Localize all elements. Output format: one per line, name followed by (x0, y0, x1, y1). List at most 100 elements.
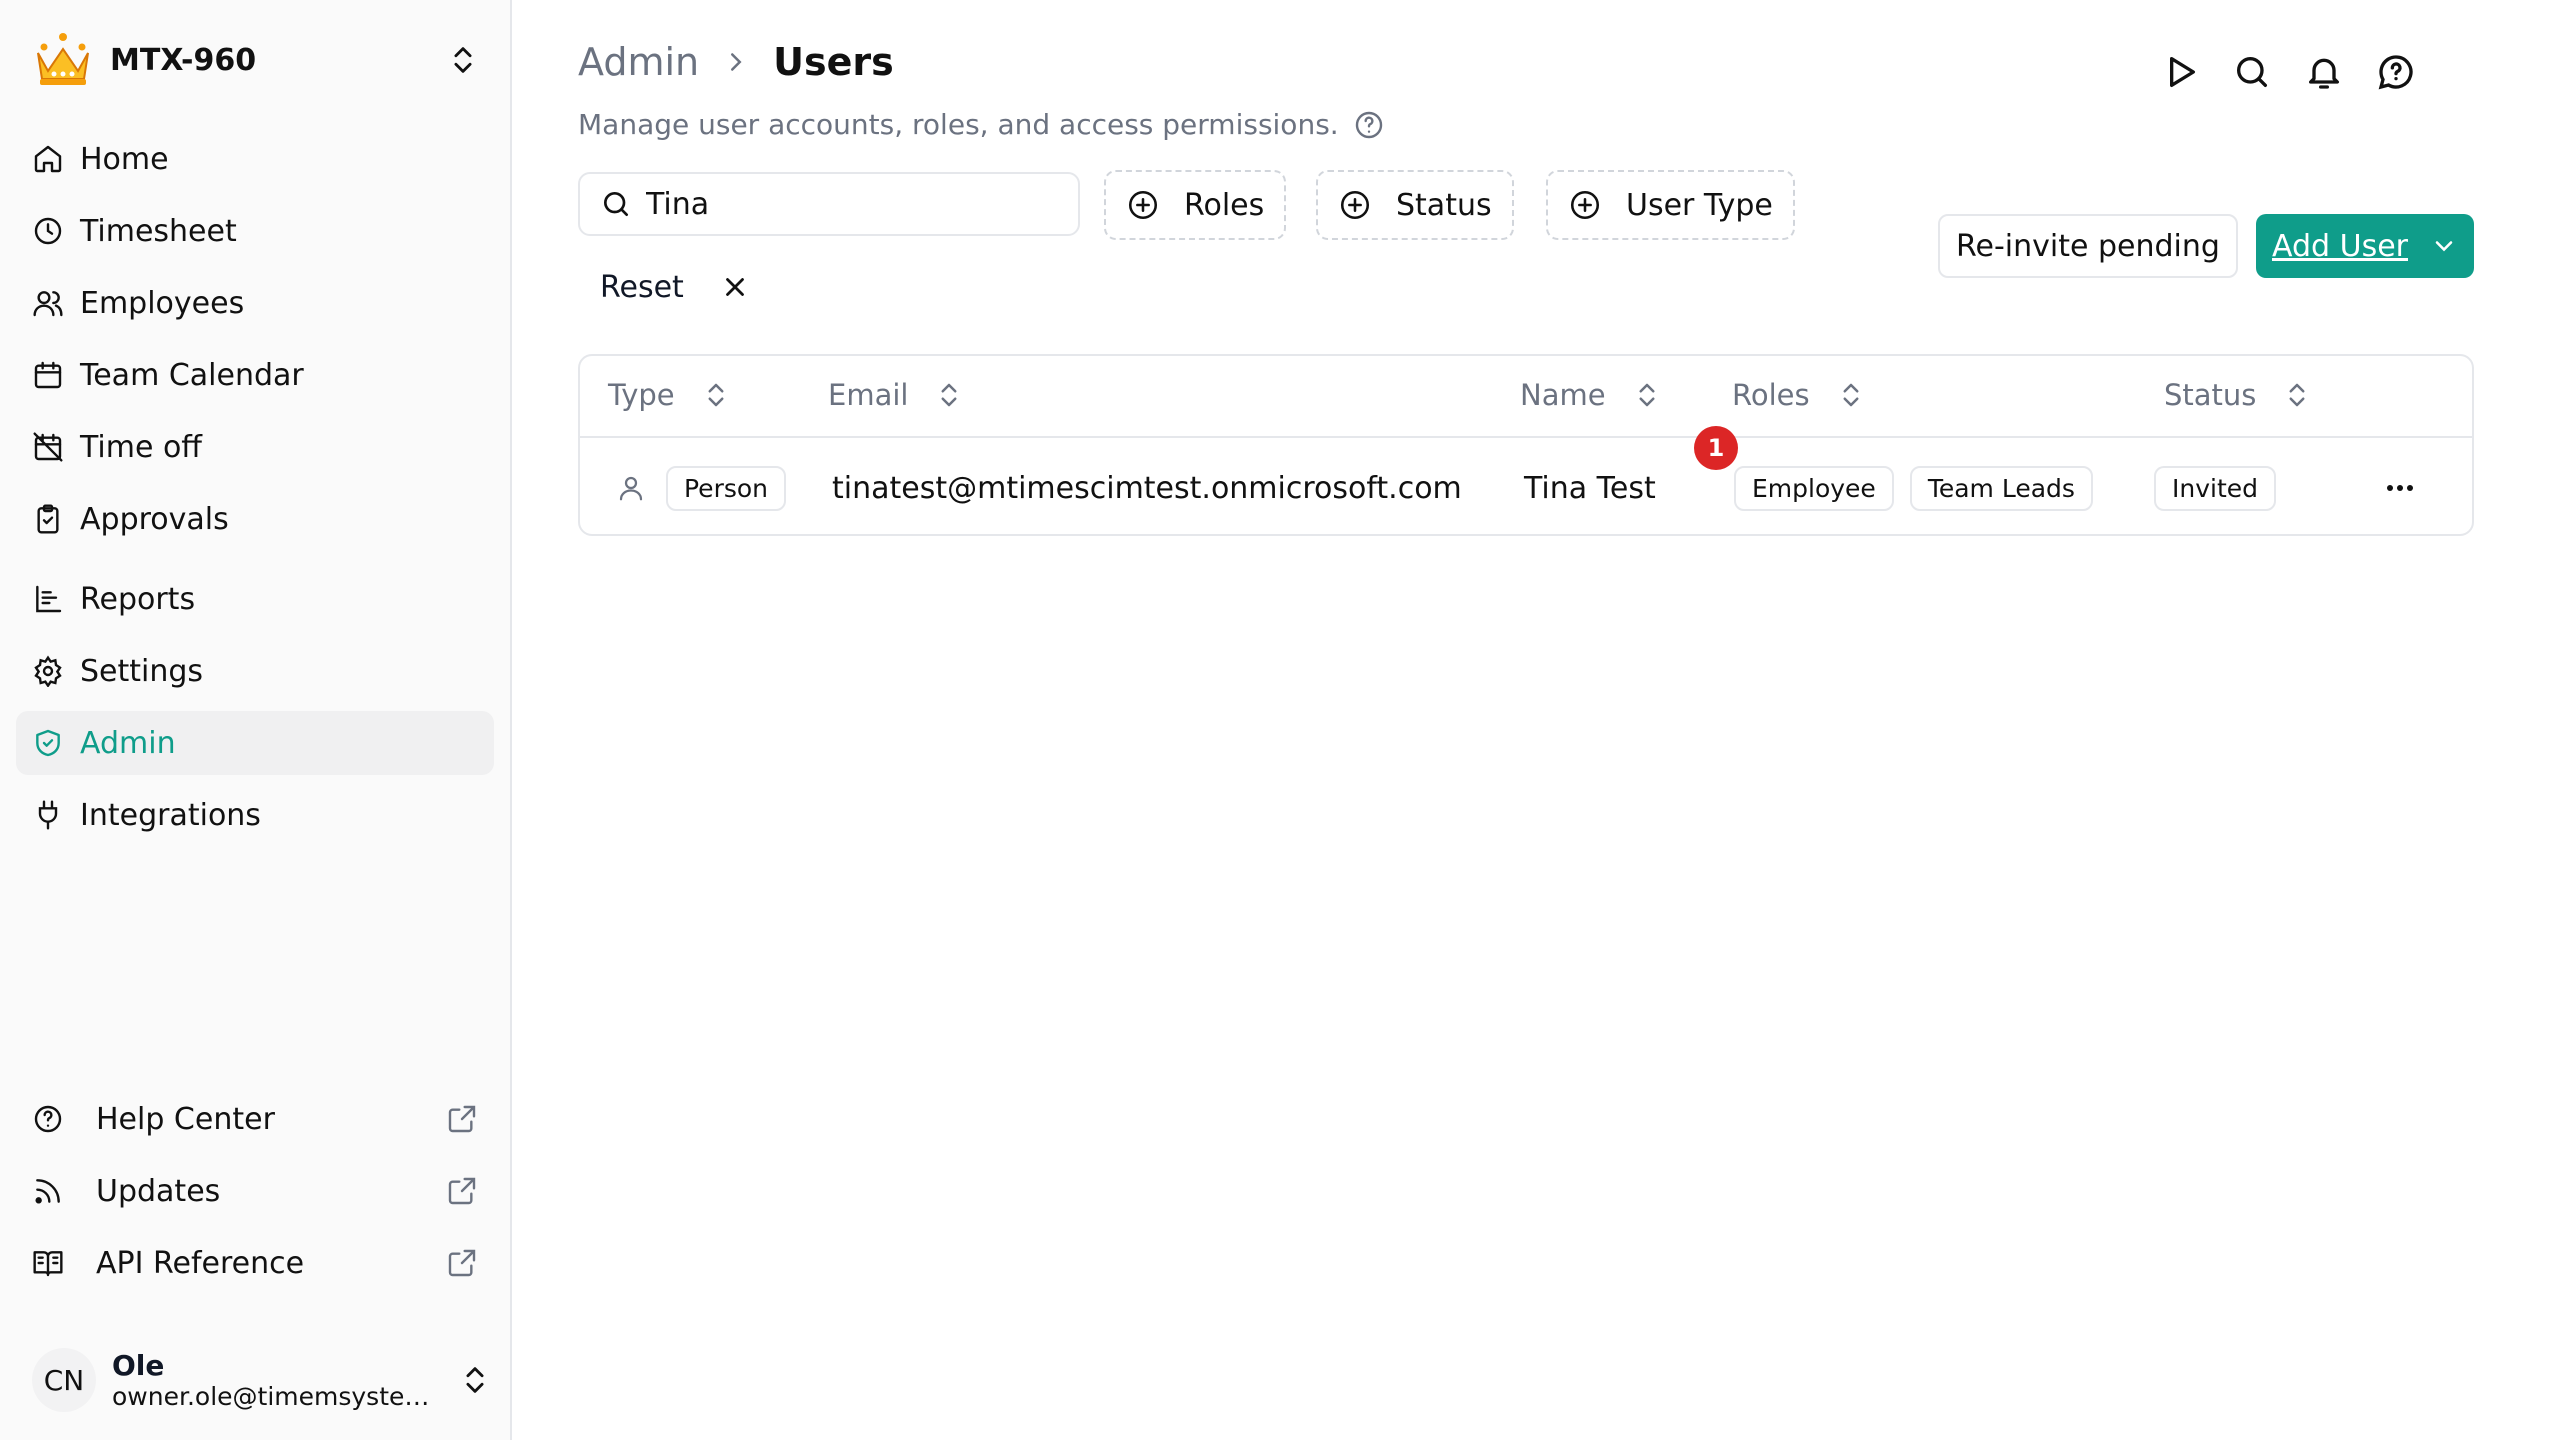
add-user-button[interactable]: Add User (2256, 214, 2474, 278)
sidebar-item-home[interactable]: Home (16, 127, 494, 191)
home-icon (34, 145, 62, 173)
column-header-type[interactable]: Type (608, 378, 731, 412)
sidebar-item-label: Integrations (80, 797, 261, 833)
cell-email: tinatest@mtimescimtest.onmicrosoft.com (832, 470, 1462, 506)
filter-label: User Type (1626, 187, 1773, 223)
breadcrumb-parent[interactable]: Admin (578, 40, 699, 84)
user-menu[interactable]: CN Ole owner.ole@timemsystem.com (32, 1340, 492, 1420)
cell-actions (2380, 440, 2420, 536)
column-header-email[interactable]: Email (828, 378, 964, 412)
notification-count-badge: 1 (1694, 426, 1738, 470)
shield-icon (36, 729, 60, 757)
sidebar-item-label: Team Calendar (80, 357, 304, 393)
external-link-icon (448, 1249, 476, 1277)
sidebar-item-label: Timesheet (80, 213, 237, 249)
sidebar-item-label: Home (80, 141, 169, 177)
sidebar-item-time-off[interactable]: Time off (16, 415, 494, 479)
user-info: Ole owner.ole@timemsystem.com (112, 1349, 458, 1411)
user-type-filter-button[interactable]: User Type (1546, 170, 1795, 240)
chevron-right-icon (731, 53, 742, 71)
reset-filters-button[interactable]: Reset (600, 262, 750, 312)
clock-icon (34, 217, 62, 245)
role-badge: Employee (1734, 465, 1894, 511)
plus-circle-icon (1340, 190, 1370, 220)
roles-filter-button[interactable]: Roles (1104, 170, 1287, 240)
page-description: Manage user accounts, roles, and access … (578, 108, 1339, 141)
footer-link-label: API Reference (96, 1245, 305, 1281)
calendar-icon (34, 361, 62, 389)
rss-icon (35, 1179, 60, 1204)
sidebar-item-label: Admin (80, 725, 176, 761)
table-row[interactable]: Person tinatest@mtimescimtest.onmicrosof… (580, 440, 2472, 536)
reinvite-pending-button[interactable]: Re-invite pending (1938, 214, 2238, 278)
users-icon (33, 291, 63, 317)
footer-link-updates[interactable]: Updates (16, 1159, 494, 1223)
sidebar-item-employees[interactable]: Employees (16, 271, 494, 335)
gear-icon (34, 655, 62, 687)
calendar-off-icon (33, 432, 63, 462)
table-header: Type Email Name Roles Status (580, 356, 2472, 438)
sidebar-item-integrations[interactable]: Integrations (16, 783, 494, 847)
sidebar-item-team-calendar[interactable]: Team Calendar (16, 343, 494, 407)
add-user-label: Add User (2272, 228, 2408, 264)
search-icon (604, 192, 628, 216)
filter-label: Status (1396, 187, 1492, 223)
sidebar-item-label: Approvals (80, 501, 229, 537)
sort-icon (1639, 383, 1655, 407)
avatar: CN (32, 1348, 96, 1412)
footer-link-api-reference[interactable]: API Reference (16, 1231, 494, 1295)
person-icon (619, 476, 643, 501)
sidebar-item-reports[interactable]: Reports (16, 567, 494, 631)
play-icon[interactable] (2160, 52, 2200, 92)
help-icon[interactable] (1353, 109, 1385, 141)
user-name: Ole (112, 1349, 165, 1382)
page-subtitle: Manage user accounts, roles, and access … (578, 108, 1385, 141)
help-icon (34, 1105, 62, 1133)
plus-circle-icon (1128, 190, 1158, 220)
column-header-roles[interactable]: Roles (1732, 378, 1866, 412)
cell-status: Invited (2154, 440, 2277, 536)
status-filter-button[interactable]: Status (1316, 170, 1514, 240)
filter-label: Roles (1184, 187, 1265, 223)
sidebar-item-settings[interactable]: Settings (16, 639, 494, 703)
report-icon (36, 585, 62, 613)
sort-icon (708, 383, 724, 407)
plus-circle-icon (1570, 190, 1600, 220)
breadcrumb: Admin Users (578, 40, 894, 84)
sidebar-item-label: Time off (80, 429, 202, 465)
footer-link-label: Updates (96, 1173, 221, 1209)
sort-icon (1843, 383, 1859, 407)
external-link-icon (448, 1177, 476, 1205)
org-name: MTX-960 (110, 42, 257, 78)
cell-type: Person (616, 440, 787, 536)
users-table: Type Email Name Roles Status Person tina… (578, 354, 2474, 536)
status-badge: Invited (2154, 465, 2277, 511)
search-input[interactable] (646, 186, 1046, 222)
column-header-name[interactable]: Name (1520, 378, 1662, 412)
page-title: Users (773, 40, 894, 84)
type-badge: Person (666, 465, 787, 511)
chevron-up-down-icon (454, 47, 472, 73)
search-icon[interactable] (2232, 52, 2272, 92)
column-header-status[interactable]: Status (2164, 378, 2312, 412)
bell-icon[interactable] (2304, 52, 2344, 92)
user-email: owner.ole@timemsystem.com (112, 1382, 432, 1411)
sidebar-item-timesheet[interactable]: Timesheet (16, 199, 494, 263)
external-link-icon (448, 1105, 476, 1133)
book-icon (33, 1251, 63, 1277)
footer-link-help-center[interactable]: Help Center (16, 1087, 494, 1151)
sidebar-item-admin[interactable]: Admin (16, 711, 494, 775)
reset-label: Reset (600, 269, 684, 305)
sort-icon (2289, 383, 2305, 407)
role-badge: Team Leads (1909, 465, 2093, 511)
chevron-down-icon (2435, 241, 2453, 252)
sort-icon (941, 383, 957, 407)
sidebar-item-approvals[interactable]: Approvals (16, 487, 494, 551)
crown-logo-icon (37, 33, 89, 85)
sidebar-item-label: Employees (80, 285, 245, 321)
org-switcher[interactable]: MTX-960 (30, 30, 490, 90)
more-horizontal-icon[interactable] (2380, 468, 2420, 508)
search-box (578, 172, 1080, 236)
chat-help-icon[interactable] (2376, 52, 2416, 92)
sidebar: MTX-960 Home Timesheet Employees Team Ca… (0, 0, 512, 1440)
